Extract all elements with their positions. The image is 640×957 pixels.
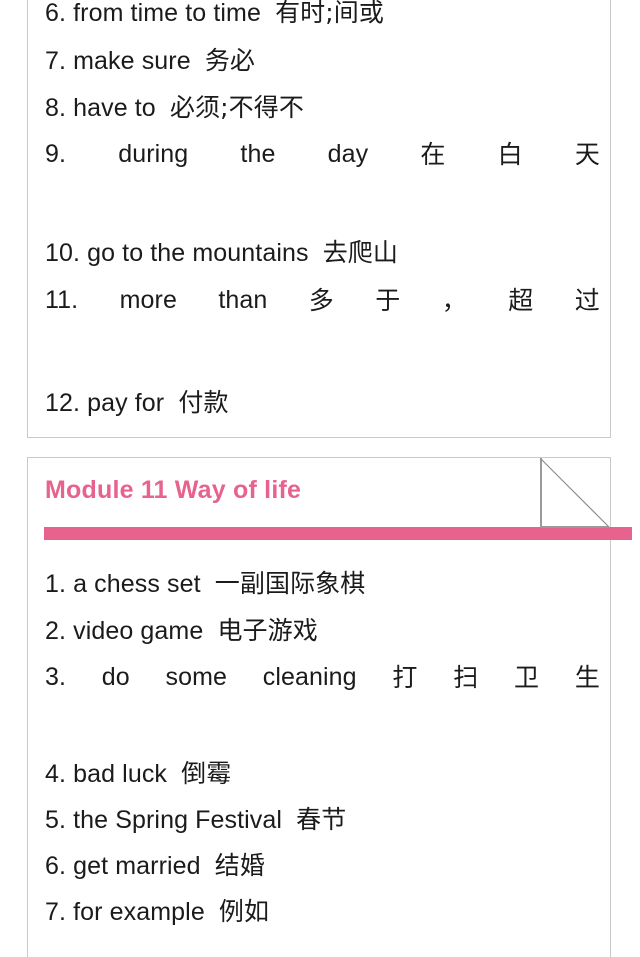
entry-english: bad luck <box>73 760 168 788</box>
entry-word: more <box>119 286 177 314</box>
page-fold-icon <box>540 458 610 528</box>
entry-list-bottom: 1. a chess set 一副国际象棋 2. video game 电子游戏… <box>45 571 602 945</box>
entry-chinese-char: 打 <box>392 663 418 692</box>
list-gap <box>45 334 602 390</box>
entry-number: 12. <box>45 389 81 417</box>
entry-number: 11. <box>45 286 79 314</box>
entry-english: from time to time <box>73 0 261 27</box>
list-item: 6. from time to time 有时;间或 <box>45 0 602 48</box>
list-item: 12. pay for 付款 <box>45 390 602 436</box>
entry-word: do <box>101 663 130 691</box>
entry-chinese-char: 过 <box>574 286 600 315</box>
entry-word: the <box>240 140 276 168</box>
entry-chinese: 必须;不得不 <box>169 93 304 122</box>
entry-number: 9. <box>45 140 67 168</box>
list-item: 7. make sure 务必 <box>45 48 602 95</box>
entry-chinese-char: 生 <box>574 663 600 692</box>
entry-number: 7. <box>45 898 67 926</box>
entry-number: 1. <box>45 570 67 598</box>
entry-english: get married <box>73 852 201 880</box>
list-item: 5. the Spring Festival 春节 <box>45 807 602 853</box>
entry-english: go to the mountains <box>87 239 309 267</box>
entry-number: 6. <box>45 0 67 27</box>
vocabulary-card-previous-module: 6. from time to time 有时;间或 7. make sure … <box>27 0 611 438</box>
header-underline-bar <box>44 527 632 540</box>
list-item: 4. bad luck 倒霉 <box>45 761 602 807</box>
entry-chinese: 春节 <box>296 805 347 834</box>
entry-chinese-char: ， <box>441 286 467 315</box>
entry-chinese: 倒霉 <box>181 759 232 788</box>
entry-english: for example <box>73 898 205 926</box>
entry-chinese: 例如 <box>218 897 270 926</box>
entry-number: 3. <box>45 663 67 691</box>
entry-english: a chess set <box>73 570 201 598</box>
list-gap <box>45 711 602 761</box>
entry-number: 2. <box>45 617 67 645</box>
entry-word: cleaning <box>262 663 357 691</box>
page-title: Module 11 Way of life <box>45 476 302 504</box>
list-item: 6. get married 结婚 <box>45 853 602 899</box>
entry-english: have to <box>73 94 156 122</box>
entry-chinese-char: 超 <box>508 286 534 315</box>
entry-chinese-char: 多 <box>308 286 334 315</box>
list-gap <box>45 188 602 240</box>
entry-chinese: 去爬山 <box>322 238 399 267</box>
entry-chinese: 一副国际象棋 <box>214 569 366 598</box>
page-root: 6. from time to time 有时;间或 7. make sure … <box>0 0 640 957</box>
entry-number: 7. <box>45 47 67 75</box>
entry-chinese-char: 天 <box>574 140 600 169</box>
entry-number: 4. <box>45 760 67 788</box>
entry-chinese: 电子游戏 <box>217 616 318 645</box>
entry-chinese-char: 卫 <box>514 663 540 692</box>
entry-word: some <box>165 663 228 691</box>
list-item: 7. for example 例如 <box>45 899 602 945</box>
entry-word: during <box>118 140 189 168</box>
entry-number: 8. <box>45 94 67 122</box>
entry-chinese-char: 于 <box>375 286 401 315</box>
entry-chinese-char: 扫 <box>453 663 479 692</box>
entry-number: 5. <box>45 806 67 834</box>
entry-chinese-char: 在 <box>420 140 446 169</box>
entry-english: video game <box>73 617 204 645</box>
entry-english: the Spring Festival <box>73 806 283 834</box>
list-item: 3. do some cleaning 打 扫 卫 生 <box>45 665 602 711</box>
entry-word: day <box>327 140 369 168</box>
entry-chinese: 结婚 <box>214 851 265 880</box>
list-item: 10. go to the mountains 去爬山 <box>45 240 602 288</box>
list-item: 9. during the day 在 白 天 <box>45 142 602 188</box>
entry-list-top: 6. from time to time 有时;间或 7. make sure … <box>45 0 602 436</box>
entry-chinese: 付款 <box>178 388 229 417</box>
entry-chinese-char: 白 <box>497 140 523 169</box>
entry-chinese: 务必 <box>204 46 256 75</box>
entry-number: 10. <box>45 239 81 267</box>
entry-english: make sure <box>73 47 191 75</box>
list-item: 8. have to 必须;不得不 <box>45 95 602 142</box>
list-item: 11. more than 多 于 ， 超 过 <box>45 288 602 334</box>
entry-english: pay for <box>87 389 165 417</box>
list-item: 2. video game 电子游戏 <box>45 618 602 665</box>
entry-number: 6. <box>45 852 67 880</box>
list-item: 1. a chess set 一副国际象棋 <box>45 571 602 618</box>
entry-chinese: 有时;间或 <box>275 0 384 27</box>
entry-word: than <box>218 286 268 314</box>
